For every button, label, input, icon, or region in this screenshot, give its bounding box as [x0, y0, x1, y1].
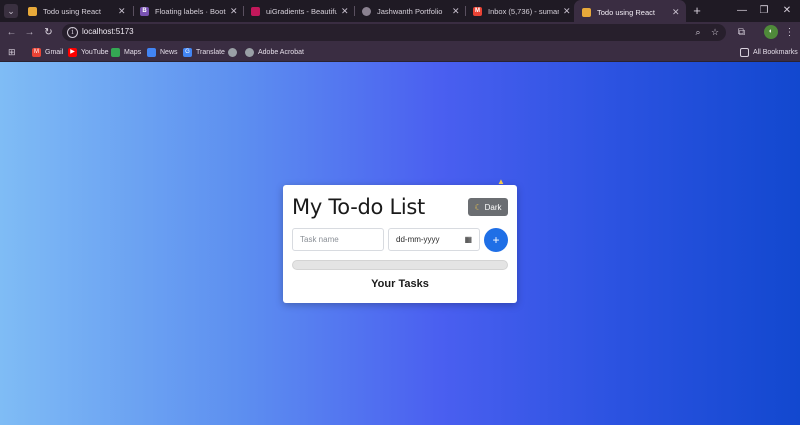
tasks-heading: Your Tasks	[371, 278, 429, 290]
site-info-icon[interactable]: i	[67, 27, 78, 38]
date-placeholder: dd-mm-yyyy	[396, 235, 440, 244]
close-window-icon[interactable]: ✕	[779, 3, 795, 19]
tab-title: Todo using React	[597, 7, 655, 17]
minimize-icon[interactable]: —	[734, 3, 750, 19]
todo-card: My To-do List ☾ Dark Task name dd-mm-yyy…	[283, 185, 517, 303]
bootstrap-icon: B	[140, 6, 149, 16]
close-icon[interactable]: ✕	[230, 6, 238, 17]
tab-gmail-inbox[interactable]: M Inbox (5,736) - sumanthwa ✕	[465, 0, 577, 22]
bookmark-label: Adobe Acrobat	[258, 49, 304, 56]
browser-toolbar: ← → ↻ i localhost:5173 ⌕ ☆ ⧉ ◐ ⋮	[0, 22, 800, 43]
task-name-placeholder: Task name	[300, 235, 339, 244]
close-icon[interactable]: ✕	[563, 6, 571, 17]
folder-icon	[740, 48, 749, 57]
bookmark-adobe-acrobat[interactable]: Adobe Acrobat	[245, 46, 304, 59]
bookmark-label: YouTube	[81, 49, 109, 56]
forward-icon[interactable]: →	[22, 25, 37, 40]
add-task-button[interactable]: +	[484, 228, 508, 252]
dark-mode-button[interactable]: ☾ Dark	[468, 198, 508, 216]
react-icon	[28, 6, 37, 16]
youtube-icon: ▶	[68, 48, 77, 57]
bookmark-gmail[interactable]: M Gmail	[32, 46, 63, 59]
react-icon	[582, 7, 591, 17]
uigradients-icon	[251, 6, 260, 16]
tab-search-button[interactable]: ⌄	[4, 4, 18, 18]
tab-title: Todo using React	[43, 6, 101, 16]
page-title: My To-do List	[292, 195, 425, 219]
extensions-icon[interactable]: ⧉	[734, 25, 749, 40]
tab-title: Inbox (5,736) - sumanthwa	[488, 6, 559, 16]
close-icon[interactable]: ✕	[672, 7, 680, 18]
maps-icon	[111, 48, 120, 57]
all-bookmarks[interactable]: All Bookmarks	[740, 46, 798, 59]
bookmark-label: Gmail	[45, 49, 64, 56]
address-bar[interactable]: i localhost:5173 ⌕ ☆	[62, 24, 726, 41]
back-icon[interactable]: ←	[4, 25, 19, 40]
reload-icon[interactable]: ↻	[41, 25, 56, 40]
tab-title: Floating labels · Bootstrap	[155, 6, 226, 16]
page-viewport: My To-do List ☾ Dark Task name dd-mm-yyy…	[0, 62, 800, 425]
bookmark-youtube[interactable]: ▶ YouTube	[68, 46, 109, 59]
tab-bootstrap[interactable]: B Floating labels · Bootstrap ✕	[132, 0, 244, 22]
bookmark-translate[interactable]: G Translate	[183, 46, 225, 59]
globe-icon	[228, 48, 237, 57]
translate-icon: G	[183, 48, 192, 57]
gmail-icon: M	[32, 48, 41, 57]
bookmark-globe[interactable]	[228, 46, 241, 59]
tab-title: uiGradients - Beautiful col	[266, 6, 337, 16]
tab-portfolio[interactable]: Jashwanth Portfolio ✕	[354, 0, 466, 22]
zoom-icon[interactable]: ⌕	[691, 25, 705, 39]
apps-grid-icon[interactable]: ⊞	[8, 46, 16, 59]
close-icon[interactable]: ✕	[341, 6, 349, 17]
url-text[interactable]: localhost:5173	[82, 27, 134, 36]
globe-icon	[245, 48, 254, 57]
restore-icon[interactable]: ❐	[756, 3, 772, 19]
moon-icon: ☾	[474, 202, 482, 212]
gmail-icon: M	[473, 6, 482, 16]
news-icon	[147, 48, 156, 57]
bookmark-label: News	[160, 49, 178, 56]
bookmark-label: Translate	[196, 49, 225, 56]
tab-title: Jashwanth Portfolio	[377, 6, 443, 16]
all-bookmarks-label: All Bookmarks	[753, 49, 798, 56]
globe-icon	[362, 6, 371, 16]
tab-strip: ⌄ Todo using React ✕ B Floating labels ·…	[0, 0, 800, 24]
task-name-input[interactable]: Task name	[292, 228, 384, 251]
tab-todo-react-active[interactable]: Todo using React ✕	[574, 0, 686, 24]
tab-uigradients[interactable]: uiGradients - Beautiful col ✕	[243, 0, 355, 22]
bookmarks-bar: ⊞ M Gmail ▶ YouTube Maps News G Translat…	[0, 43, 800, 62]
date-input[interactable]: dd-mm-yyyy ▦	[388, 228, 480, 251]
bookmark-star-icon[interactable]: ☆	[708, 25, 722, 39]
menu-icon[interactable]: ⋮	[782, 25, 797, 40]
tab-todo-react[interactable]: Todo using React ✕	[20, 0, 132, 22]
avatar[interactable]: ◐	[764, 25, 778, 39]
bookmark-maps[interactable]: Maps	[111, 46, 141, 59]
progress-bar	[292, 260, 508, 270]
bookmark-label: Maps	[124, 49, 142, 56]
close-icon[interactable]: ✕	[452, 6, 460, 17]
bookmark-news[interactable]: News	[147, 46, 178, 59]
new-tab-button[interactable]: +	[689, 3, 705, 19]
close-icon[interactable]: ✕	[118, 6, 126, 17]
cursor-icon: ▲	[497, 177, 505, 186]
calendar-icon[interactable]: ▦	[464, 235, 472, 244]
dark-mode-label: Dark	[484, 202, 502, 212]
